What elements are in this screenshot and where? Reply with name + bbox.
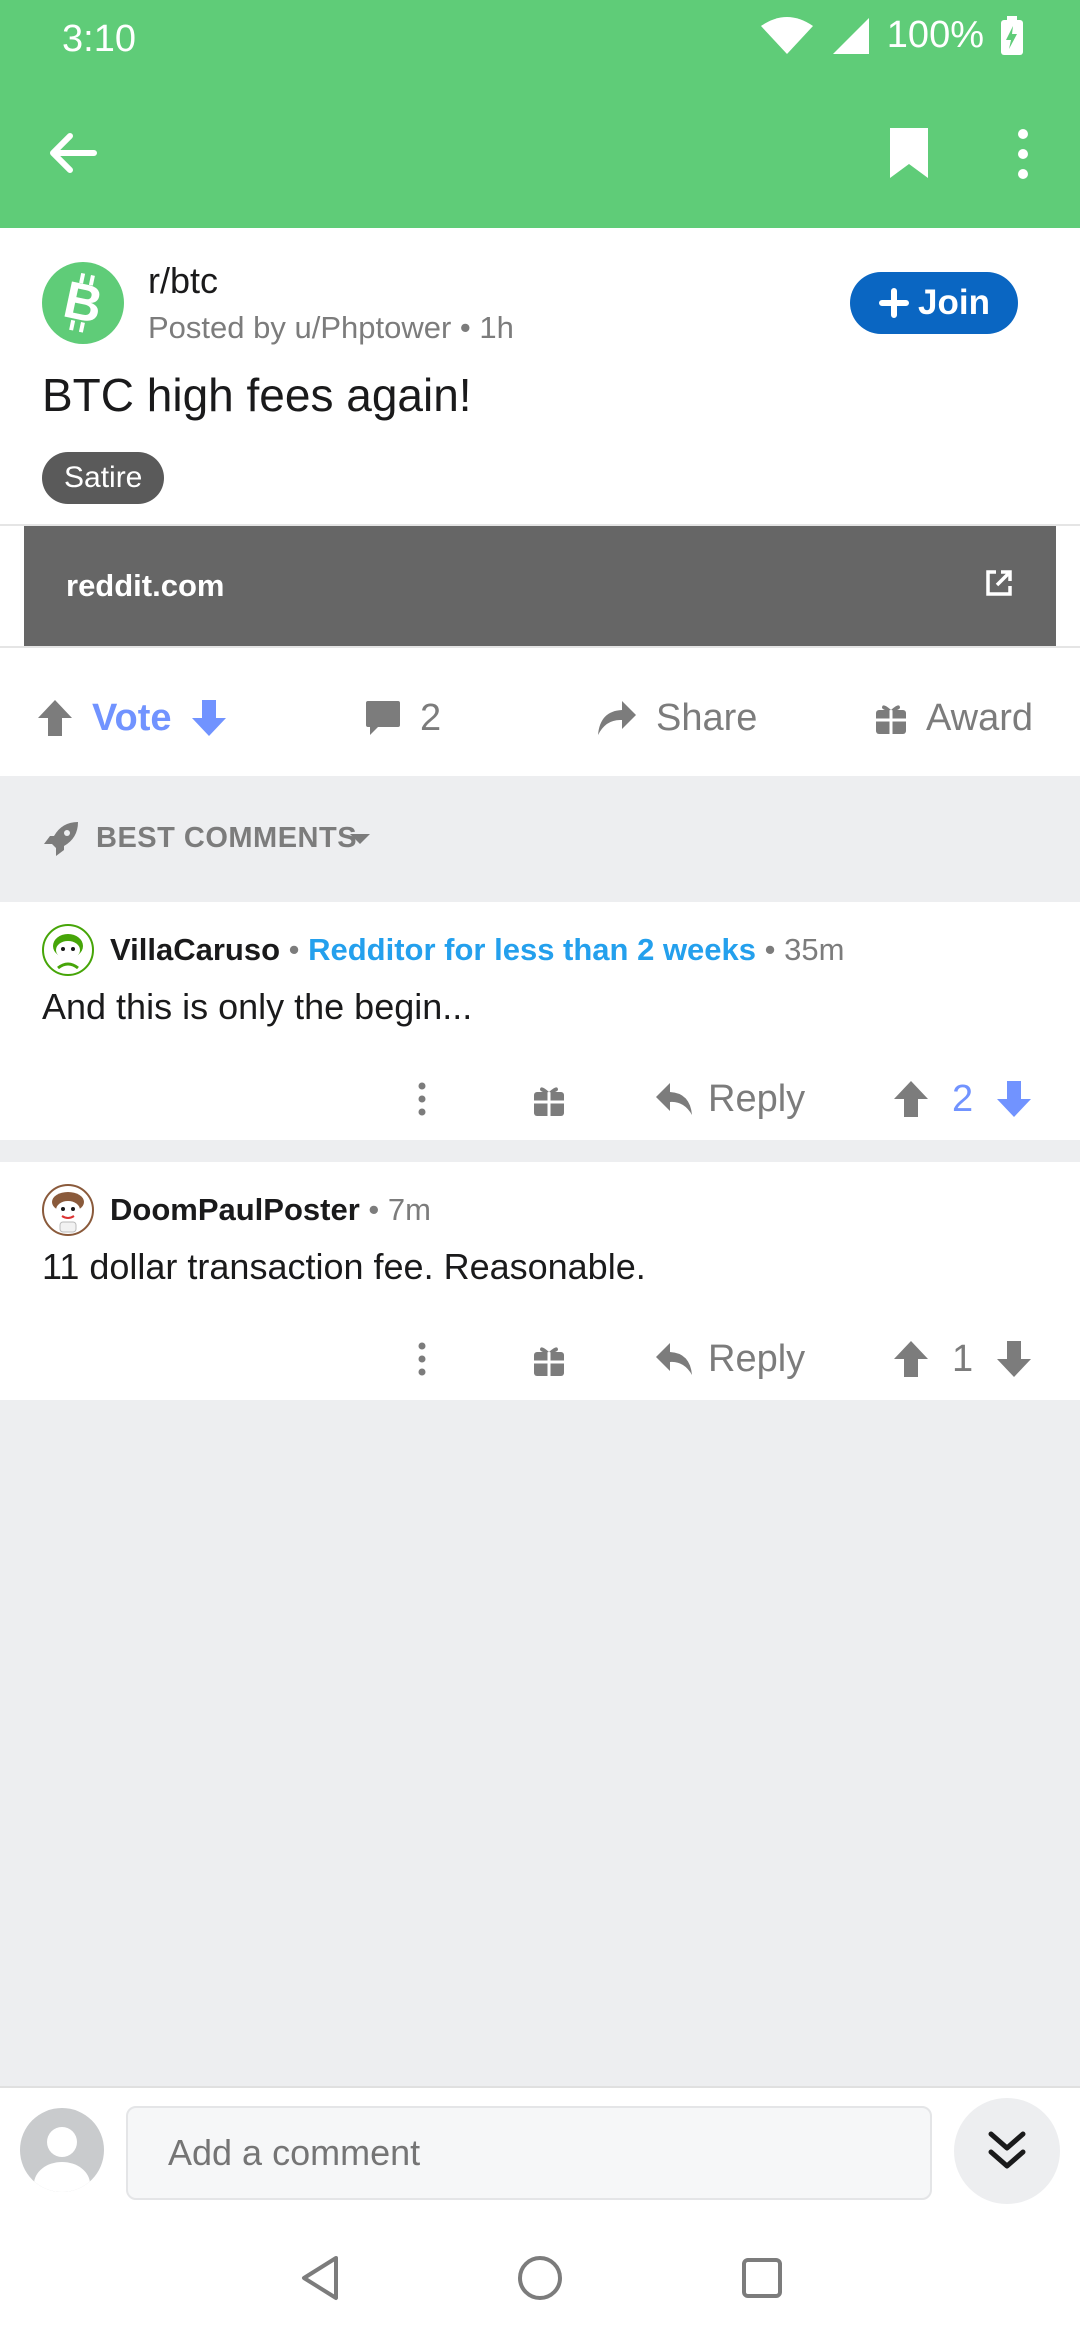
post-flair[interactable]: Satire bbox=[42, 452, 165, 504]
more-vertical-icon[interactable] bbox=[1010, 126, 1036, 182]
downvote-arrow-icon[interactable] bbox=[995, 1339, 1033, 1379]
nav-home-icon[interactable] bbox=[516, 2254, 564, 2302]
vote-label: Vote bbox=[92, 696, 172, 739]
comment-score: 1 bbox=[952, 1337, 974, 1380]
separator-dot: • bbox=[764, 932, 785, 967]
comment-composer-bar bbox=[0, 2086, 1080, 2222]
app-header: 3:10 100% bbox=[0, 0, 1080, 228]
bitcoin-icon: B bbox=[59, 271, 108, 336]
comments-button[interactable]: 2 bbox=[364, 660, 441, 776]
post-card: B r/btc Posted by u/Phptower • 1h Join B… bbox=[0, 228, 1080, 776]
comment-item: VillaCaruso • Redditor for less than 2 w… bbox=[0, 902, 1080, 1140]
sort-label: BEST COMMENTS bbox=[96, 822, 358, 854]
comment-bubble-icon bbox=[366, 701, 400, 735]
link-domain: reddit.com bbox=[66, 568, 225, 603]
more-vertical-icon[interactable] bbox=[410, 1340, 434, 1378]
downvote-arrow-icon[interactable] bbox=[995, 1079, 1033, 1119]
post-action-bar: Vote 2 Share Award bbox=[0, 660, 1080, 776]
user-avatar[interactable] bbox=[42, 1184, 94, 1236]
comment-age: 7m bbox=[387, 1192, 431, 1227]
nav-recents-icon[interactable] bbox=[740, 2254, 784, 2302]
nav-back-icon[interactable] bbox=[298, 2254, 342, 2302]
share-label: Share bbox=[656, 696, 758, 739]
separator-dot: • bbox=[459, 310, 480, 345]
comment-meta: DoomPaulPoster • 7m bbox=[110, 1192, 431, 1228]
comment-meta: VillaCaruso • Redditor for less than 2 w… bbox=[110, 932, 844, 968]
comment-age: 35m bbox=[784, 932, 845, 967]
double-chevron-down-icon bbox=[988, 2131, 1026, 2169]
post-title: BTC high fees again! bbox=[42, 369, 472, 421]
upvote-arrow-icon[interactable] bbox=[892, 1339, 930, 1379]
snoo-avatar-icon bbox=[42, 1184, 94, 1236]
gift-icon[interactable] bbox=[532, 1342, 566, 1378]
comment-score: 2 bbox=[952, 1077, 974, 1120]
external-link-icon bbox=[986, 570, 1012, 596]
comment-sort-bar[interactable]: BEST COMMENTS bbox=[0, 776, 1080, 902]
separator-dot: • bbox=[288, 932, 309, 967]
share-button[interactable]: Share bbox=[596, 660, 757, 776]
vote-control: Vote bbox=[36, 660, 228, 776]
caret-down-icon bbox=[350, 834, 370, 844]
user-flair: Redditor for less than 2 weeks bbox=[308, 932, 757, 967]
join-button[interactable]: Join bbox=[850, 272, 1018, 334]
separator-dot: • bbox=[368, 1192, 388, 1227]
reply-label: Reply bbox=[708, 1337, 806, 1380]
bookmark-icon[interactable] bbox=[886, 124, 932, 182]
status-icons: 100% bbox=[759, 14, 1024, 57]
downvote-arrow-icon[interactable] bbox=[190, 698, 228, 738]
posted-by-text[interactable]: Posted by u/Phptower bbox=[148, 310, 451, 345]
comment-username[interactable]: DoomPaulPoster bbox=[110, 1192, 360, 1227]
join-label: Join bbox=[918, 283, 990, 322]
comment-body: 11 dollar transaction fee. Reasonable. bbox=[42, 1246, 646, 1287]
signal-icon bbox=[832, 17, 869, 54]
reply-arrow-icon bbox=[656, 1083, 692, 1115]
reply-button[interactable]: Reply bbox=[654, 1058, 805, 1140]
reply-button[interactable]: Reply bbox=[654, 1318, 805, 1400]
battery-percent: 100% bbox=[886, 14, 984, 56]
battery-charging-icon bbox=[1001, 15, 1023, 55]
upvote-arrow-icon[interactable] bbox=[36, 698, 74, 738]
comment-username[interactable]: VillaCaruso bbox=[110, 932, 280, 967]
upvote-arrow-icon[interactable] bbox=[892, 1079, 930, 1119]
rocket-icon bbox=[44, 822, 78, 856]
more-vertical-icon[interactable] bbox=[410, 1080, 434, 1118]
comment-vote-control: 2 bbox=[892, 1058, 1033, 1140]
back-arrow-icon[interactable] bbox=[44, 124, 102, 182]
status-time: 3:10 bbox=[62, 18, 136, 60]
add-comment-input[interactable] bbox=[126, 2106, 932, 2200]
user-silhouette-icon bbox=[34, 2127, 90, 2192]
current-user-avatar[interactable] bbox=[20, 2108, 104, 2192]
award-button[interactable]: Award bbox=[874, 660, 1033, 776]
reply-arrow-icon bbox=[656, 1343, 692, 1375]
comment-vote-control: 1 bbox=[892, 1318, 1033, 1400]
comment-body: And this is only the begin... bbox=[42, 986, 473, 1027]
comment-item: DoomPaulPoster • 7m 11 dollar transactio… bbox=[0, 1162, 1080, 1400]
expand-comments-button[interactable] bbox=[954, 2098, 1060, 2204]
plus-icon bbox=[879, 288, 910, 318]
award-label: Award bbox=[926, 696, 1034, 739]
subreddit-avatar[interactable]: B bbox=[42, 262, 124, 344]
link-preview[interactable]: reddit.com bbox=[24, 526, 1056, 646]
snoo-avatar-icon bbox=[42, 924, 94, 976]
gift-icon[interactable] bbox=[532, 1082, 566, 1118]
system-nav-bar bbox=[0, 2220, 1080, 2340]
comment-actions: Reply 1 bbox=[0, 1318, 1080, 1400]
subreddit-name[interactable]: r/btc bbox=[148, 260, 218, 302]
share-arrow-icon bbox=[598, 701, 636, 735]
comment-actions: Reply 2 bbox=[0, 1058, 1080, 1140]
wifi-icon bbox=[760, 16, 813, 54]
gift-icon bbox=[876, 705, 906, 734]
user-avatar[interactable] bbox=[42, 924, 94, 976]
post-age: 1h bbox=[479, 310, 514, 345]
post-byline: Posted by u/Phptower • 1h bbox=[148, 310, 514, 346]
comment-count: 2 bbox=[420, 696, 442, 739]
reply-label: Reply bbox=[708, 1077, 806, 1120]
